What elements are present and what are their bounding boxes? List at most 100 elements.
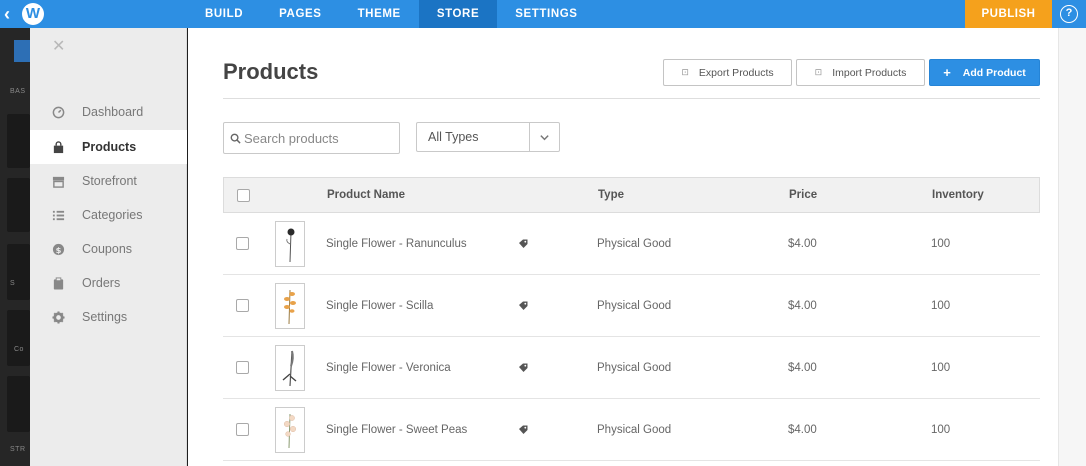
clipboard-icon	[50, 275, 66, 291]
import-products-button[interactable]: ⊡ Import Products	[796, 59, 925, 86]
editor-block	[7, 178, 30, 232]
products-table: Product Name Type Price Inventory Single…	[223, 177, 1040, 461]
product-thumbnail[interactable]	[275, 344, 305, 391]
type-filter-select[interactable]: All Types	[416, 122, 560, 152]
column-header-type[interactable]: Type	[598, 178, 624, 212]
products-panel: Products ⊡ Export Products ⊡ Import Prod…	[188, 28, 1058, 466]
product-price: $4.00	[788, 423, 817, 436]
search-box[interactable]	[223, 122, 400, 154]
thumbnail-cell	[275, 399, 305, 460]
search-input[interactable]	[244, 130, 394, 146]
table-row[interactable]: Single Flower - Scilla Physical Good $4.…	[223, 275, 1040, 337]
tag-icon	[518, 213, 528, 274]
product-thumbnail[interactable]	[275, 406, 305, 453]
product-type: Physical Good	[597, 361, 672, 374]
export-icon: ⊡	[681, 67, 689, 77]
dollar-icon: $	[50, 241, 66, 257]
row-checkbox[interactable]	[236, 361, 249, 374]
gear-icon	[50, 309, 66, 325]
product-name[interactable]: Single Flower - Veronica	[326, 337, 451, 398]
product-type: Physical Good	[597, 299, 672, 312]
editor-label: BAS	[10, 88, 26, 95]
table-row[interactable]: Single Flower - Ranunculus Physical Good…	[223, 213, 1040, 275]
table-row[interactable]: Single Flower - Sweet Peas Physical Good…	[223, 399, 1040, 461]
product-inventory: 100	[931, 361, 951, 374]
import-icon: ⊡	[814, 67, 823, 77]
add-product-button[interactable]: + Add Product	[929, 59, 1040, 86]
editor-block	[7, 114, 30, 168]
back-arrow-icon[interactable]: ‹	[4, 4, 20, 24]
table-row[interactable]: Single Flower - Veronica Physical Good $…	[223, 337, 1040, 399]
store-sidebar: ✕ Dashboard Products Storefront Categori…	[30, 28, 187, 466]
row-checkbox-cell	[236, 337, 249, 398]
export-products-label: Export Products	[698, 66, 774, 79]
sidebar-item-label: Orders	[82, 276, 121, 290]
sidebar-item-label: Settings	[82, 310, 128, 324]
product-price: $4.00	[788, 299, 817, 312]
add-product-label: Add Product	[962, 66, 1026, 79]
sidebar-item-label: Categories	[82, 208, 143, 222]
sidebar-item-label: Storefront	[82, 174, 137, 188]
help-icon[interactable]: ?	[1060, 5, 1078, 23]
scrollbar-gutter[interactable]	[1058, 28, 1086, 466]
list-icon	[50, 207, 66, 223]
publish-button[interactable]: PUBLISH	[965, 0, 1052, 28]
editor-block	[7, 310, 30, 366]
svg-text:$: $	[55, 244, 61, 254]
sidebar-item-products[interactable]: Products	[30, 130, 187, 164]
editor-block-selected	[14, 40, 30, 62]
editor-block	[7, 244, 30, 300]
editor-label: Co	[14, 346, 24, 353]
nav-pages[interactable]: PAGES	[261, 0, 339, 28]
table-header: Product Name Type Price Inventory	[223, 177, 1040, 213]
editor-label: S	[10, 280, 16, 287]
nav-theme[interactable]: THEME	[340, 0, 419, 28]
tag-icon	[518, 337, 528, 398]
product-inventory: 100	[931, 237, 951, 250]
product-type: Physical Good	[597, 423, 672, 436]
thumbnail-cell	[275, 213, 305, 274]
product-name[interactable]: Single Flower - Scilla	[326, 275, 433, 336]
product-name[interactable]: Single Flower - Sweet Peas	[326, 399, 467, 460]
select-all-checkbox[interactable]	[237, 188, 250, 202]
nav-settings[interactable]: SETTINGS	[497, 0, 595, 28]
row-checkbox[interactable]	[236, 299, 249, 312]
column-header-price[interactable]: Price	[789, 178, 817, 212]
row-checkbox[interactable]	[236, 423, 249, 436]
sidebar-item-settings[interactable]: Settings	[30, 300, 187, 334]
product-thumbnail[interactable]	[275, 220, 305, 267]
sidebar-item-dashboard[interactable]: Dashboard	[30, 95, 187, 129]
storefront-icon	[50, 173, 66, 189]
row-checkbox-cell	[236, 275, 249, 336]
product-name[interactable]: Single Flower - Ranunculus	[326, 213, 467, 274]
weebly-logo[interactable]: W	[22, 3, 44, 25]
nav-build[interactable]: BUILD	[187, 0, 261, 28]
sidebar-item-storefront[interactable]: Storefront	[30, 164, 187, 198]
nav-store[interactable]: STORE	[418, 0, 498, 28]
thumbnail-cell	[275, 337, 305, 398]
select-all-cell	[237, 178, 250, 212]
product-thumbnail[interactable]	[275, 282, 305, 329]
column-header-inventory[interactable]: Inventory	[932, 178, 984, 212]
export-products-button[interactable]: ⊡ Export Products	[663, 59, 792, 86]
chevron-down-icon[interactable]	[529, 123, 559, 151]
sidebar-item-categories[interactable]: Categories	[30, 198, 187, 232]
close-icon[interactable]: ✕	[52, 36, 65, 56]
divider	[223, 98, 1040, 99]
column-header-name[interactable]: Product Name	[327, 178, 405, 212]
product-inventory: 100	[931, 423, 951, 436]
page-title: Products	[223, 59, 319, 84]
type-filter-value: All Types	[428, 130, 479, 144]
bag-icon	[50, 139, 66, 155]
product-price: $4.00	[788, 361, 817, 374]
sidebar-item-orders[interactable]: Orders	[30, 266, 187, 300]
sidebar-item-coupons[interactable]: $ Coupons	[30, 232, 187, 266]
row-checkbox[interactable]	[236, 237, 249, 250]
search-icon	[230, 133, 241, 144]
top-nav: BUILD PAGES THEME STORE SETTINGS	[187, 0, 596, 28]
tag-icon	[518, 275, 528, 336]
tag-icon	[518, 399, 528, 460]
editor-label: STR	[10, 446, 26, 453]
editor-block	[7, 376, 30, 432]
row-checkbox-cell	[236, 399, 249, 460]
